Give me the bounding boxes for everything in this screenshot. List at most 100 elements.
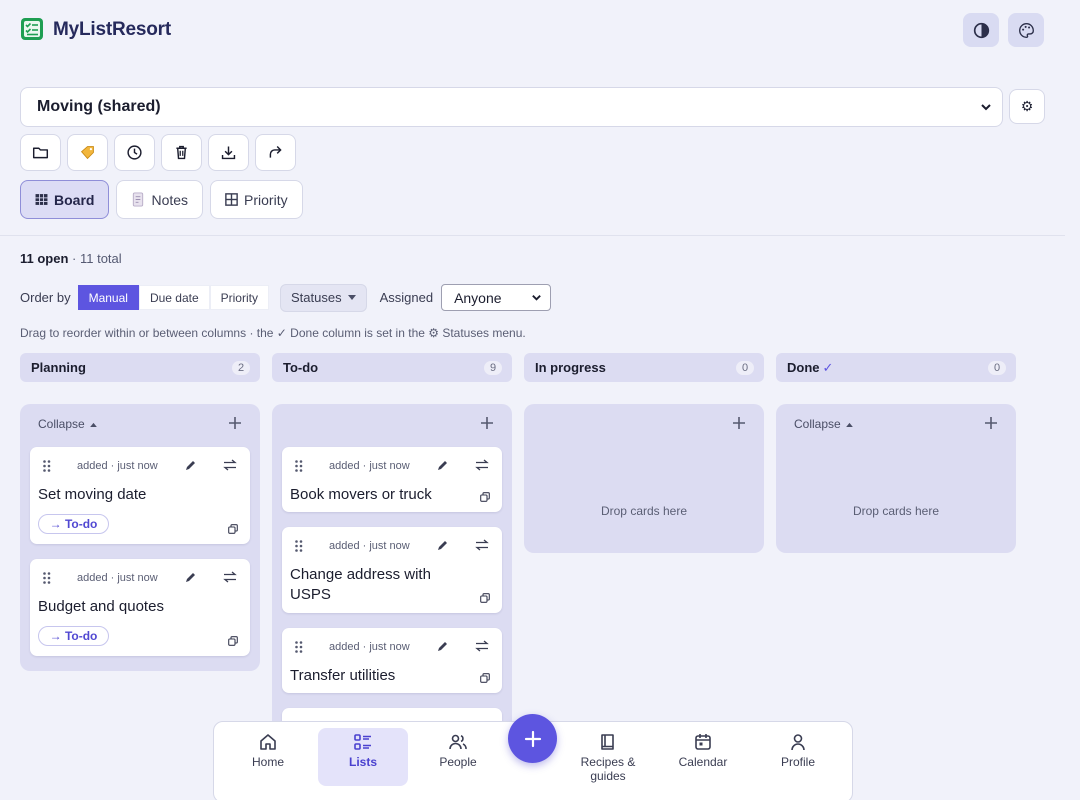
order-due-date-button[interactable]: Due date <box>138 285 210 310</box>
clock-icon <box>127 145 142 160</box>
tab-notes[interactable]: Notes <box>116 180 204 219</box>
card-title: Book movers or truck <box>290 486 432 503</box>
folder-button[interactable] <box>20 134 61 171</box>
order-by-label: Order by <box>20 290 71 305</box>
card[interactable]: added · just now Set moving date → To-do <box>30 447 250 544</box>
copy-icon[interactable] <box>480 673 490 683</box>
nav-home[interactable]: Home <box>223 728 313 786</box>
edit-icon[interactable] <box>185 459 197 471</box>
chevron-down-icon <box>532 295 541 301</box>
drop-zone: Drop cards here <box>600 504 688 518</box>
list-selector[interactable]: Moving (shared) <box>20 87 1003 127</box>
column-name: Done <box>787 359 820 375</box>
drag-handle-icon[interactable] <box>295 540 303 552</box>
move-status-icon[interactable] <box>223 571 237 583</box>
tab-priority[interactable]: Priority <box>210 180 303 219</box>
card-meta: added · just now <box>329 641 410 653</box>
tab-notes-label: Notes <box>151 191 189 208</box>
folder-icon <box>32 147 49 159</box>
column-name: To-do <box>283 360 319 375</box>
add-card-button[interactable] <box>984 416 998 430</box>
add-card-button[interactable] <box>732 416 746 430</box>
card[interactable]: added · just now Book movers or truck <box>282 447 502 512</box>
column-done: Collapse Drop cards here <box>776 404 1016 553</box>
nav-lists[interactable]: Lists <box>318 728 408 786</box>
copy-icon[interactable] <box>228 636 238 646</box>
status-pill-label: → To-do <box>49 517 98 531</box>
history-button[interactable] <box>114 134 155 171</box>
card[interactable]: added · just now Budget and quotes → To-… <box>30 559 250 656</box>
tag-button[interactable] <box>67 134 108 171</box>
board-icon <box>35 194 48 205</box>
tab-board[interactable]: Board <box>20 180 110 219</box>
assigned-select[interactable]: Anyone <box>441 284 552 311</box>
section-divider <box>0 235 1065 236</box>
add-card-button[interactable] <box>228 416 242 430</box>
column-header-done: Done ✓ 0 <box>776 353 1016 382</box>
move-status-icon[interactable] <box>475 539 489 551</box>
move-status-icon[interactable] <box>475 640 489 652</box>
column-count: 0 <box>736 360 754 375</box>
drag-handle-icon[interactable] <box>43 572 51 584</box>
order-manual-button[interactable]: Manual <box>77 285 139 310</box>
collapse-label: Collapse <box>38 417 85 431</box>
drop-zone: Drop cards here <box>852 504 940 518</box>
share-icon <box>269 146 282 158</box>
order-priority-button[interactable]: Priority <box>209 285 269 310</box>
nav-label: Recipes & guides <box>580 755 636 783</box>
add-item-fab[interactable] <box>508 714 557 763</box>
notes-icon <box>133 192 144 207</box>
nav-recipes-guides[interactable]: Recipes & guides <box>563 728 653 786</box>
nav-label: Home <box>251 755 284 769</box>
open-count: 11 open <box>20 251 69 266</box>
drag-handle-icon[interactable] <box>295 641 303 653</box>
drag-handle-icon[interactable] <box>43 460 51 472</box>
top-bar: MyListResort <box>0 0 1080 60</box>
move-to-todo-button[interactable]: → To-do <box>38 514 109 534</box>
list-settings-button[interactable]: ⚙ <box>1009 89 1045 124</box>
card-title: Transfer utilities <box>290 667 396 684</box>
edit-icon[interactable] <box>437 640 449 652</box>
nav-label: Lists <box>348 755 377 769</box>
collapse-button[interactable]: Collapse <box>794 417 853 431</box>
download-button[interactable] <box>208 134 249 171</box>
palette-button[interactable] <box>1008 13 1044 47</box>
nav-calendar[interactable]: Calendar <box>658 728 748 786</box>
app-title: MyListResort <box>53 19 171 40</box>
move-status-icon[interactable] <box>475 459 489 471</box>
nav-people[interactable]: People <box>413 728 503 786</box>
card-title: Set moving date <box>38 486 147 503</box>
copy-icon[interactable] <box>480 492 490 502</box>
nav-label: Profile <box>780 755 815 769</box>
copy-icon[interactable] <box>480 593 490 603</box>
copy-icon[interactable] <box>228 524 238 534</box>
nav-profile[interactable]: Profile <box>753 728 843 786</box>
view-tabs: Board Notes Priority <box>20 180 303 219</box>
collapse-button[interactable]: Collapse <box>38 417 97 431</box>
card[interactable]: added · just now Transfer utilities <box>282 628 502 693</box>
column-name-wrap: Done ✓ <box>787 360 833 376</box>
drag-handle-icon[interactable] <box>295 460 303 472</box>
move-status-icon[interactable] <box>223 459 237 471</box>
column-header-planning: Planning 2 <box>20 353 260 382</box>
column-count: 2 <box>232 360 250 375</box>
assigned-value: Anyone <box>454 289 502 306</box>
delete-button[interactable] <box>161 134 202 171</box>
edit-icon[interactable] <box>185 571 197 583</box>
share-button[interactable] <box>255 134 296 171</box>
move-to-todo-button[interactable]: → To-do <box>38 626 109 646</box>
order-controls: Order by Manual Due date Priority Status… <box>20 283 552 312</box>
palette-icon <box>1018 22 1034 38</box>
list-toolbar <box>20 134 296 171</box>
add-card-button[interactable] <box>480 416 494 430</box>
column-header-todo: To-do 9 <box>272 353 512 382</box>
card[interactable]: added · just now Change address with USP… <box>282 527 502 613</box>
book-icon <box>601 734 614 750</box>
theme-toggle-button[interactable] <box>963 13 999 47</box>
statuses-menu-button[interactable]: Statuses <box>279 283 367 312</box>
grid-icon <box>225 193 238 206</box>
assigned-label: Assigned <box>379 290 434 305</box>
edit-icon[interactable] <box>437 459 449 471</box>
edit-icon[interactable] <box>437 539 449 551</box>
item-counts: 11 open · 11 total <box>20 251 122 266</box>
